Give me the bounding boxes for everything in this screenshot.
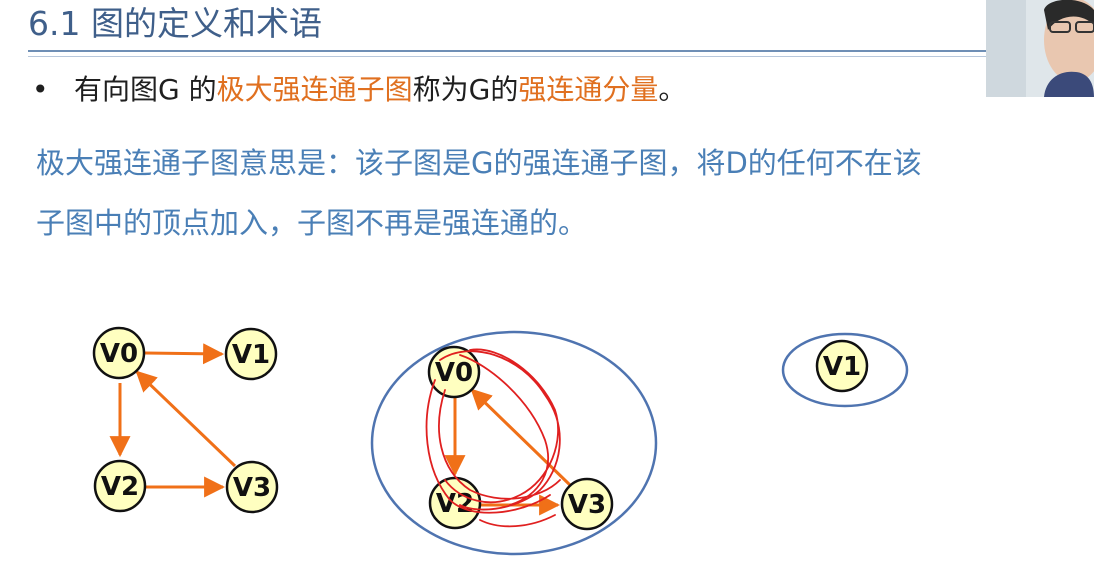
presenter-webcam [986, 0, 1094, 97]
node-v3-label: V3 [568, 490, 606, 520]
edge-v3-v0 [470, 388, 572, 487]
edge-v3-v0 [135, 370, 237, 468]
node-v1-label: V1 [823, 352, 861, 382]
node-v1-label: V1 [232, 340, 270, 370]
node-v0-label: V0 [435, 358, 473, 388]
edge-v0-v1 [144, 343, 225, 365]
strong-component-v1: V1 [781, 332, 909, 408]
node-v3-label: V3 [233, 473, 271, 503]
graph-diagrams: V0 V1 V2 V3 V0 V2 V3 V1 [92, 326, 909, 556]
directed-graph-left: V0 V1 V2 V3 [92, 326, 279, 514]
node-v0-label: V0 [100, 339, 138, 369]
node-v2-label: V2 [101, 472, 139, 502]
strong-component-v0-v2-v3: V0 V2 V3 [370, 330, 658, 556]
component-ellipse [370, 330, 658, 556]
slide: 6.1 图的定义和术语 • 有向图G 的极大强连通子图称为G的强连通分量。 极大强… [0, 0, 1094, 575]
presenter-video-image [986, 0, 1094, 97]
